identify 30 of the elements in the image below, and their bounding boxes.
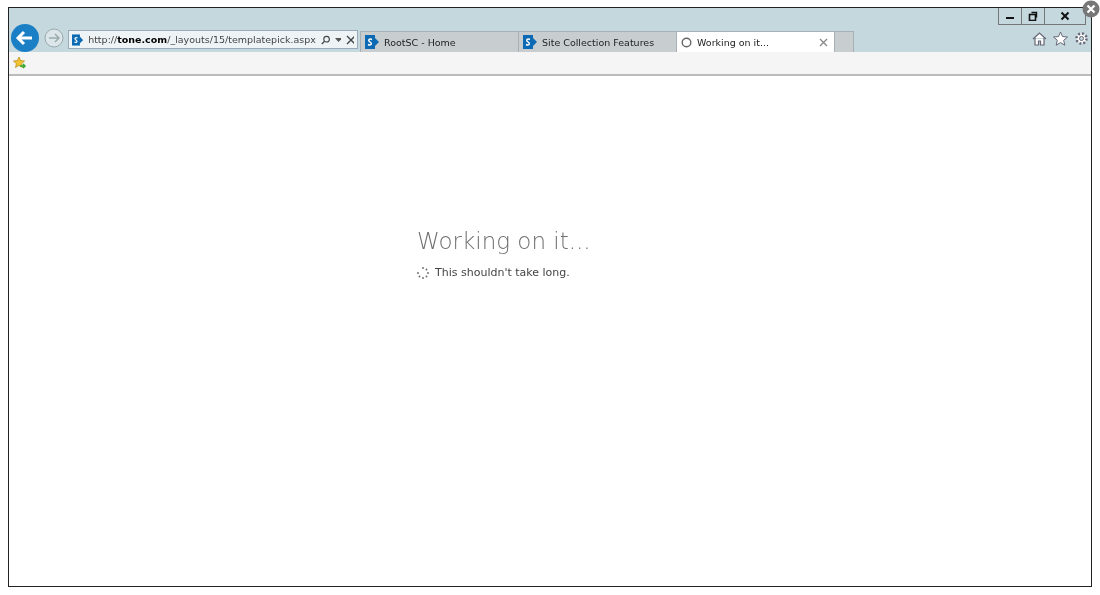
close-button[interactable] <box>1044 8 1086 25</box>
back-button[interactable] <box>11 24 39 52</box>
address-field[interactable]: http://tone.com/_layouts/15/templatepick.aspx <box>68 30 358 49</box>
url-text: http://tone.com/_layouts/15/templatepick.aspx <box>88 34 316 45</box>
add-favorite-icon[interactable] <box>13 56 27 70</box>
caret-icon[interactable] <box>335 37 342 42</box>
settings-icon[interactable] <box>1074 31 1089 46</box>
close-icon[interactable] <box>1082 0 1100 18</box>
tab-title: RootSC - Home <box>384 36 457 48</box>
sharepoint-icon <box>72 32 84 47</box>
favorites-icon[interactable] <box>1053 31 1068 46</box>
loading-message: This shouldn't take long. <box>435 266 570 279</box>
close-icon <box>1060 11 1070 21</box>
close-tab-icon[interactable] <box>819 37 828 47</box>
restore-button[interactable] <box>1021 8 1045 25</box>
loading-icon <box>681 36 692 48</box>
sharepoint-icon <box>365 35 379 49</box>
tab-title: Working on it... <box>697 36 771 48</box>
minimize-button[interactable] <box>998 8 1022 25</box>
browser-tab[interactable]: Site Collection Features <box>518 31 677 52</box>
sharepoint-icon <box>523 35 537 49</box>
stop-icon[interactable] <box>346 34 354 45</box>
search-icon[interactable] <box>320 33 331 46</box>
tab-title: Site Collection Features <box>542 36 656 48</box>
browser-tab[interactable]: RootSC - Home <box>360 31 519 52</box>
home-icon[interactable] <box>1032 31 1047 46</box>
spinner-icon <box>417 266 429 279</box>
restore-icon <box>1028 11 1038 21</box>
page-heading: Working on it... <box>417 228 591 254</box>
browser-tab[interactable]: Working on it... <box>676 31 835 52</box>
